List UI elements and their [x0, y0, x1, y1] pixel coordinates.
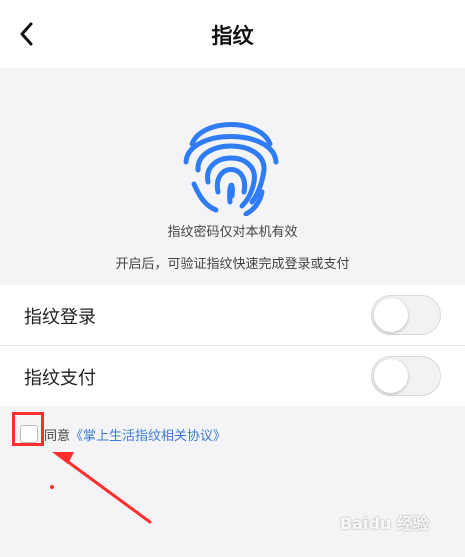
login-toggle[interactable]	[371, 295, 441, 335]
header-bar: 指纹	[0, 0, 465, 68]
setting-label-payment: 指纹支付	[24, 368, 96, 389]
fingerprint-note-usage: 开启后，可验证指纹快速完成登录或支付	[115, 257, 350, 272]
setting-row-fingerprint-login: 指纹登录	[0, 285, 465, 345]
toggle-knob	[374, 298, 408, 332]
annotation-dot	[50, 485, 54, 489]
fingerprint-hero: 指纹密码仅对本机有效 开启后，可验证指纹快速完成登录或支付	[0, 68, 465, 282]
watermark-text: Baidu 经验	[340, 514, 429, 533]
page-title: 指纹	[211, 24, 254, 48]
setting-row-fingerprint-payment: 指纹支付	[0, 346, 465, 406]
annotation-arrow-icon	[52, 452, 152, 524]
fingerprint-note-device: 指纹密码仅对本机有效	[167, 225, 298, 240]
payment-toggle[interactable]	[371, 356, 441, 396]
toggle-knob	[374, 359, 408, 393]
setting-label-login: 指纹登录	[24, 307, 96, 328]
fingerprint-icon	[183, 122, 279, 216]
